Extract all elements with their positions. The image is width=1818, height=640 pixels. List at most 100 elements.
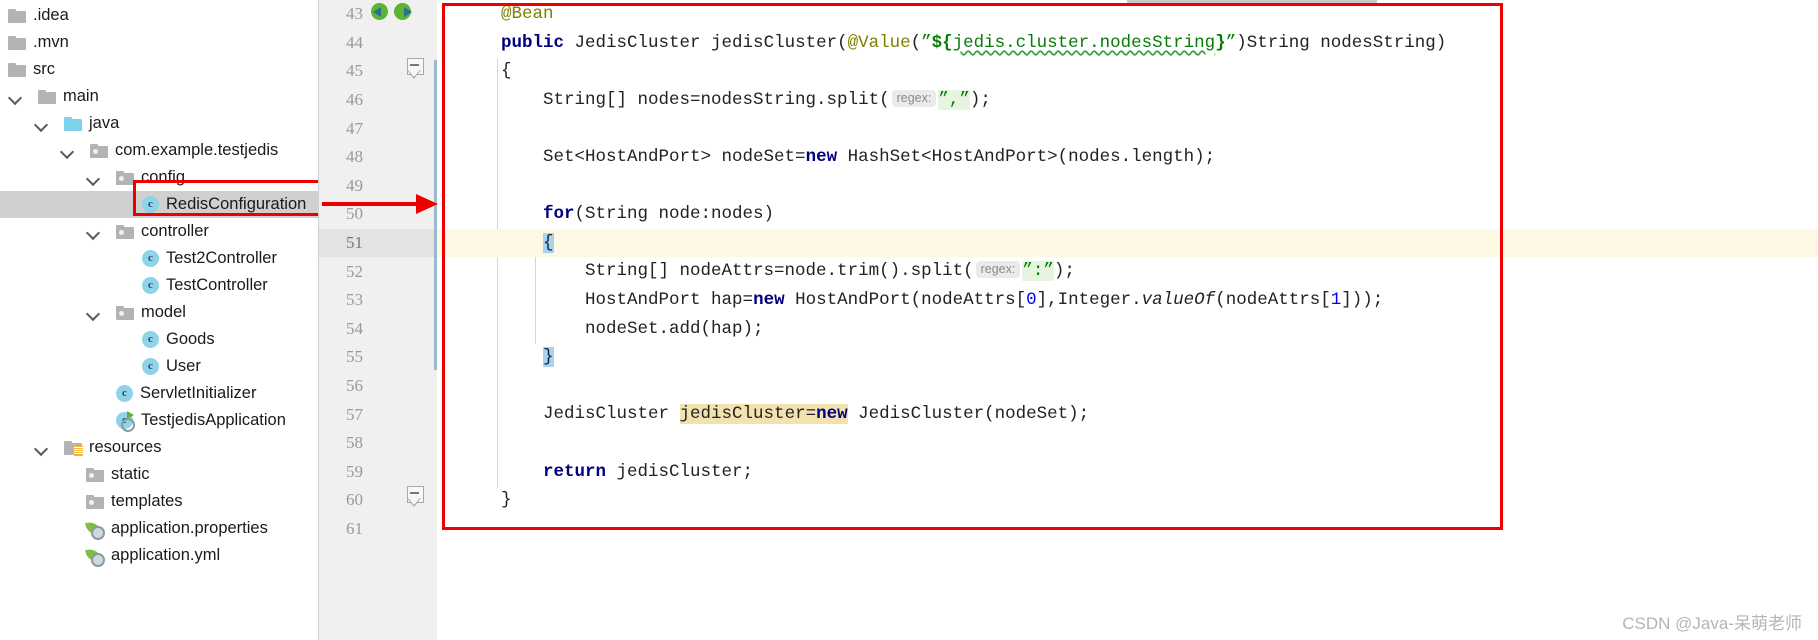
line-number: 51 — [346, 233, 363, 253]
tree-item-model[interactable]: model — [0, 299, 318, 326]
code-line-56[interactable] — [437, 372, 1818, 401]
code-content[interactable]: @Bean public JedisCluster jedisCluster(@… — [437, 0, 1818, 640]
chevron-down-icon[interactable] — [86, 305, 101, 320]
keyword-new: new — [753, 289, 785, 310]
chevron-down-icon[interactable] — [8, 89, 23, 104]
tree-item-test2controller[interactable]: c Test2Controller — [0, 245, 318, 272]
tree-item-config[interactable]: config — [0, 164, 318, 191]
code-line-59[interactable]: return jedisCluster; — [437, 458, 1818, 487]
spring-bean-outgoing-icon[interactable] — [394, 2, 413, 21]
tree-item-servletinitializer[interactable]: c ServletInitializer — [0, 380, 318, 407]
line-number: 53 — [346, 290, 363, 310]
string-literal: ”:” — [1022, 261, 1054, 282]
code-line-52[interactable]: String[] nodeAttrs=node.trim().split(reg… — [437, 257, 1818, 286]
package-icon — [116, 305, 134, 320]
tree-item-testjedisapplication[interactable]: c TestjedisApplication — [0, 407, 318, 434]
project-tool-window[interactable]: .idea .mvn src main java com.example.tes… — [0, 0, 318, 640]
tree-item-mvn[interactable]: .mvn — [0, 29, 318, 56]
folder-icon — [38, 89, 56, 104]
tree-item-main[interactable]: main — [0, 83, 318, 110]
selected-brace: { — [543, 232, 554, 253]
tree-item-application-properties[interactable]: application.properties — [0, 515, 318, 542]
code-editor[interactable]: @Bean public JedisCluster jedisCluster(@… — [437, 0, 1818, 640]
tree-item-controller[interactable]: controller — [0, 218, 318, 245]
code-line-47[interactable] — [437, 114, 1818, 143]
resources-folder-icon — [64, 440, 83, 456]
package-icon — [86, 467, 104, 482]
tree-item-application-yml[interactable]: application.yml — [0, 542, 318, 569]
line-number: 44 — [346, 32, 363, 52]
gutter-run-icons[interactable] — [371, 2, 413, 21]
line-number: 55 — [346, 347, 363, 367]
code-line-58[interactable] — [437, 429, 1818, 458]
code-line-48[interactable]: Set<HostAndPort> nodeSet=new HashSet<Hos… — [437, 143, 1818, 172]
fold-collapse-icon[interactable] — [407, 486, 424, 507]
tree-item-label: controller — [141, 222, 209, 240]
chevron-down-icon[interactable] — [34, 440, 49, 455]
tree-item-redisconfiguration[interactable]: c RedisConfiguration — [0, 191, 318, 218]
tree-item-idea[interactable]: .idea — [0, 2, 318, 29]
gutter-line: 54 — [319, 315, 437, 344]
java-class-icon: c — [142, 331, 159, 348]
tree-item-testcontroller[interactable]: c TestController — [0, 272, 318, 299]
gutter-line: 55 — [319, 343, 437, 372]
code-line-49[interactable] — [437, 172, 1818, 201]
keyword-return: return — [543, 461, 607, 482]
code-line-61[interactable] — [437, 515, 1818, 544]
tree-item-label: model — [141, 303, 186, 321]
tree-item-label: TestjedisApplication — [141, 411, 286, 429]
fold-collapse-icon[interactable] — [407, 58, 424, 79]
parameter-hint-regex: regex: — [891, 89, 937, 107]
tree-item-user[interactable]: c User — [0, 353, 318, 380]
line-number: 56 — [346, 376, 363, 396]
code-line-51-current[interactable]: { — [437, 228, 1818, 258]
code-line-55[interactable]: } — [437, 343, 1818, 372]
keyword-for: for — [543, 204, 575, 225]
code-line-50[interactable]: for(String node:nodes) — [437, 200, 1818, 229]
line-number: 58 — [346, 433, 363, 453]
tree-item-templates[interactable]: templates — [0, 488, 318, 515]
java-class-icon: c — [142, 196, 159, 213]
highlighted-identifier: jedisCluster — [679, 404, 806, 425]
java-class-icon: c — [142, 277, 159, 294]
tree-item-resources[interactable]: resources — [0, 434, 318, 461]
tree-item-goods[interactable]: c Goods — [0, 326, 318, 353]
chevron-down-icon[interactable] — [60, 143, 75, 158]
keyword-public: public — [501, 32, 565, 53]
code-line-44[interactable]: public JedisCluster jedisCluster(@Value(… — [437, 29, 1818, 58]
tree-item-java[interactable]: java — [0, 110, 318, 137]
gutter-line: 47 — [319, 114, 437, 143]
tree-item-package-root[interactable]: com.example.testjedis — [0, 137, 318, 164]
parameter-hint-regex: regex: — [975, 261, 1021, 279]
code-line-60[interactable]: } — [437, 486, 1818, 515]
code-line-46[interactable]: String[] nodes=nodesString.split(regex:”… — [437, 86, 1818, 115]
line-number: 45 — [346, 61, 363, 81]
code-line-53[interactable]: HostAndPort hap=new HostAndPort(nodeAttr… — [437, 286, 1818, 315]
tree-item-src[interactable]: src — [0, 56, 318, 83]
gutter-line: 52 — [319, 257, 437, 286]
tree-item-label: Test2Controller — [166, 249, 277, 267]
package-icon — [90, 143, 108, 158]
tree-item-label: application.yml — [111, 546, 221, 564]
chevron-down-icon[interactable] — [86, 224, 101, 239]
number-literal: 1 — [1330, 289, 1342, 310]
tree-item-label: .mvn — [33, 33, 69, 51]
watermark: CSDN @Java-呆萌老师 — [1622, 614, 1802, 633]
code-line-43[interactable]: @Bean — [437, 0, 1818, 29]
code-line-57[interactable]: JedisCluster jedisCluster=new JedisClust… — [437, 400, 1818, 429]
code-line-54[interactable]: nodeSet.add(hap); — [437, 315, 1818, 344]
java-class-icon: c — [142, 358, 159, 375]
tree-item-static[interactable]: static — [0, 461, 318, 488]
line-number: 50 — [346, 204, 363, 224]
chevron-down-icon[interactable] — [34, 116, 49, 131]
code-line-45[interactable]: { — [437, 57, 1818, 86]
editor-gutter[interactable]: 43 44 45 46 47 48 49 50 51 52 53 54 55 5… — [318, 0, 437, 640]
spring-bean-incoming-icon[interactable] — [371, 2, 390, 21]
gutter-line: 56 — [319, 372, 437, 401]
static-method-valueof: valueOf — [1141, 289, 1216, 310]
tree-item-label: main — [63, 87, 99, 105]
tree-item-label: static — [111, 465, 150, 483]
spring-properties-icon — [85, 547, 105, 567]
gutter-line: 43 — [319, 0, 437, 29]
chevron-down-icon[interactable] — [86, 170, 101, 185]
